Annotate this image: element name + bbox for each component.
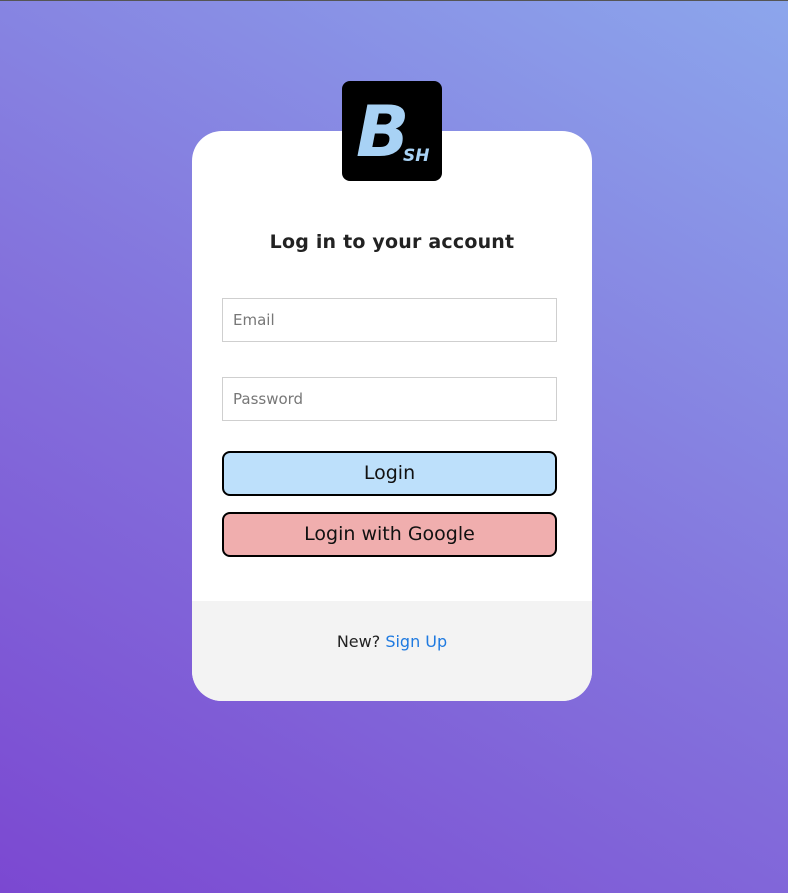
login-card: Log in to your account Login Login with … xyxy=(192,131,592,701)
app-logo: B SH xyxy=(342,81,442,181)
window-top-border xyxy=(0,0,788,1)
login-with-google-button[interactable]: Login with Google xyxy=(222,512,557,557)
email-field[interactable] xyxy=(222,298,557,342)
page-title: Log in to your account xyxy=(269,231,515,253)
bsh-logo-icon: B SH xyxy=(356,91,429,173)
card-footer: New? Sign Up xyxy=(192,601,592,701)
logo-subtext: SH xyxy=(403,146,429,166)
new-user-text: New? xyxy=(336,632,381,651)
password-field[interactable] xyxy=(222,377,557,421)
logo-letter: B xyxy=(356,91,409,173)
sign-up-link[interactable]: Sign Up xyxy=(385,632,447,651)
login-button[interactable]: Login xyxy=(222,451,557,496)
